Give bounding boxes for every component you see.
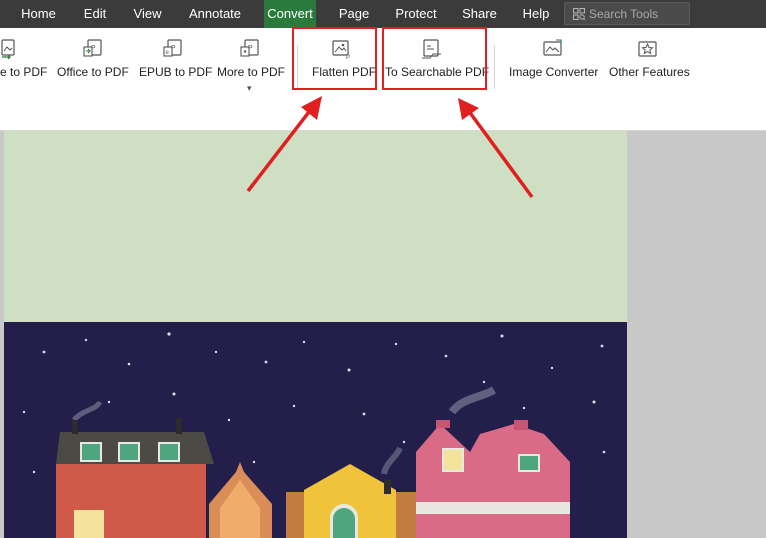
search-input[interactable] <box>589 3 685 24</box>
other-features-label: Other Features <box>609 65 690 79</box>
menu-view[interactable]: View <box>127 0 168 28</box>
menu-protect[interactable]: Protect <box>389 0 443 28</box>
menu-share[interactable]: Share <box>458 0 501 28</box>
image-to-pdf-button[interactable]: e to PDF <box>0 28 48 98</box>
snowy-town-illustration <box>22 332 606 538</box>
image-to-pdf-label: e to PDF <box>0 65 48 79</box>
search-tools-icon <box>573 8 585 20</box>
document-page <box>4 131 627 538</box>
to-searchable-pdf-highlight <box>382 27 487 90</box>
flatten-pdf-highlight <box>292 27 377 90</box>
image-converter-button[interactable]: Image Converter <box>506 28 600 98</box>
menu-bar: Home Edit View Annotate Convert Page Pro… <box>0 0 766 28</box>
other-features-icon <box>638 41 657 57</box>
menu-edit[interactable]: Edit <box>75 0 115 28</box>
office-to-pdf-label: Office to PDF <box>57 65 129 79</box>
office-to-pdf-icon: P <box>83 39 102 57</box>
image-converter-label: Image Converter <box>509 65 599 79</box>
more-to-pdf-icon: P <box>240 39 259 57</box>
menu-annotate[interactable]: Annotate <box>181 0 249 28</box>
other-features-button[interactable]: Other Features <box>606 28 690 98</box>
menu-convert[interactable]: Convert <box>264 0 316 28</box>
image-converter-icon <box>543 39 562 56</box>
toolbar-separator <box>494 45 495 89</box>
house-pink <box>416 420 570 538</box>
chevron-down-icon[interactable]: ▾ <box>247 83 252 94</box>
search-box[interactable] <box>564 2 690 25</box>
epub-to-pdf-button[interactable]: P e EPUB to PDF <box>137 28 213 98</box>
house-yellow <box>286 464 416 538</box>
menu-page[interactable]: Page <box>332 0 376 28</box>
image-to-pdf-icon <box>1 39 15 60</box>
page-top-band <box>4 131 627 322</box>
menu-home[interactable]: Home <box>10 0 67 28</box>
page-illustration <box>4 322 627 538</box>
office-to-pdf-button[interactable]: P Office to PDF <box>56 28 130 98</box>
more-to-pdf-label: More to PDF <box>217 65 286 79</box>
epub-to-pdf-icon: P e <box>163 39 182 57</box>
house-left <box>56 418 214 538</box>
epub-to-pdf-label: EPUB to PDF <box>139 65 213 79</box>
menu-help[interactable]: Help <box>516 0 556 28</box>
house-tall-spire <box>209 462 272 538</box>
